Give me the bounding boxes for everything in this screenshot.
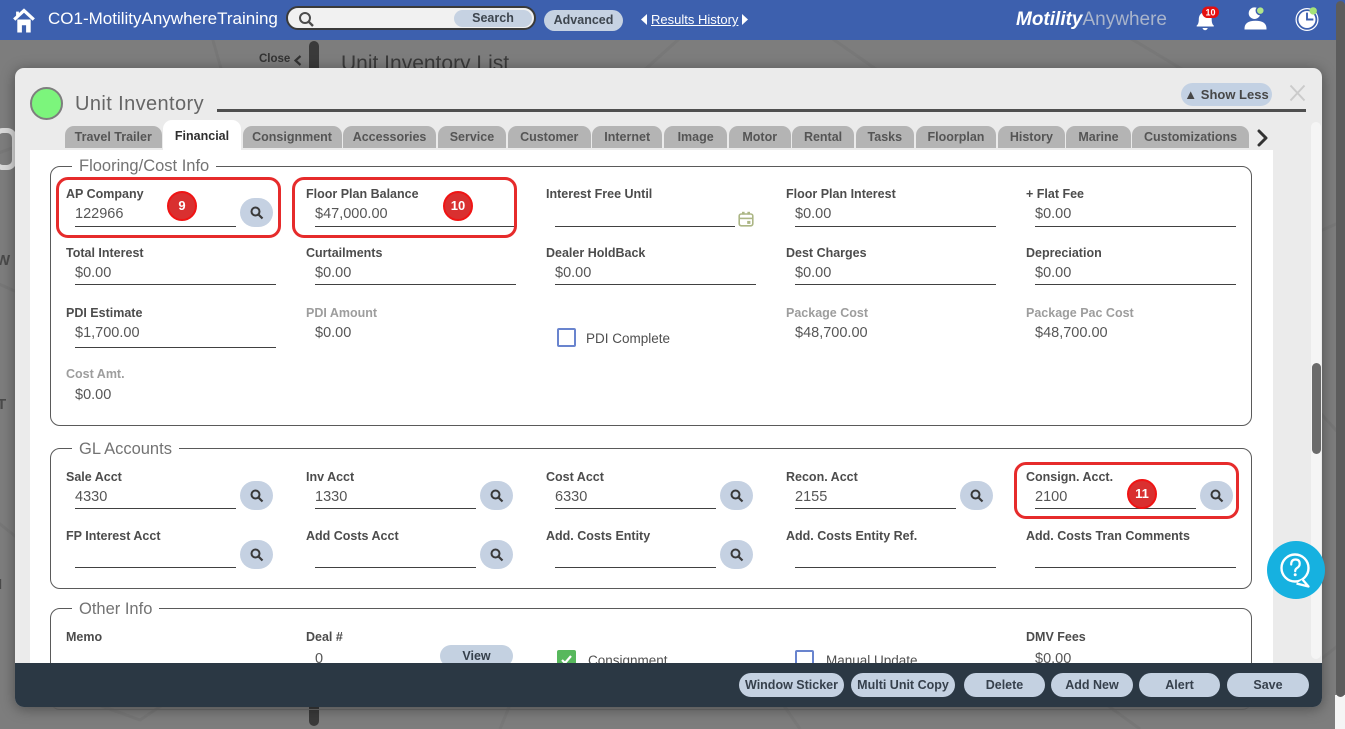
svg-text:10: 10 <box>1205 8 1215 18</box>
